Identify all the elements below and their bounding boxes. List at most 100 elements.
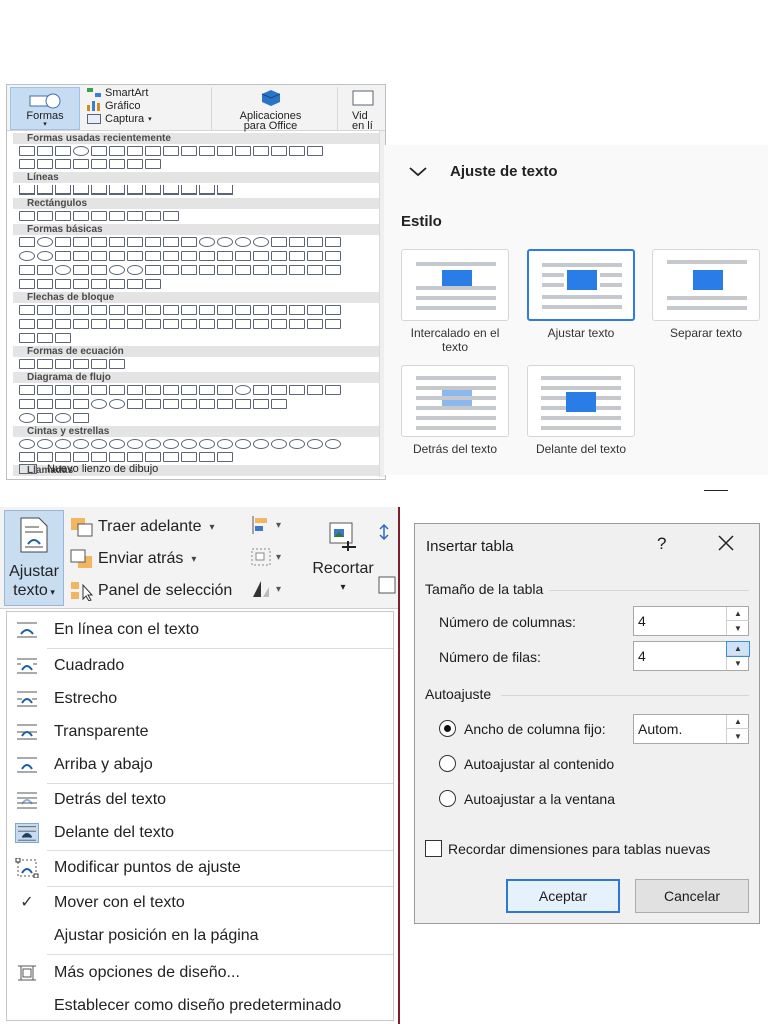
video-label-line2: en lí — [352, 120, 373, 132]
menu-item-inline[interactable]: En línea con el texto — [7, 614, 393, 646]
shape-row[interactable] — [19, 413, 89, 425]
close-icon[interactable] — [715, 532, 737, 554]
menu-item-edit-wrap-points[interactable]: Modificar puntos de ajuste — [7, 852, 393, 884]
send-backward-button[interactable]: Enviar atrás ▾ — [70, 549, 196, 569]
radio-label: Autoajustar a la ventana — [464, 790, 615, 807]
category-header: Rectángulos — [13, 198, 381, 209]
wrap-option-inline[interactable]: Intercalado en el texto — [401, 249, 509, 354]
shape-row[interactable] — [19, 211, 179, 223]
group-divider — [501, 695, 749, 696]
wrap-option-top-bottom[interactable]: Separar texto — [652, 249, 760, 340]
grafico-button[interactable]: Gráfico — [87, 100, 140, 112]
shape-row[interactable] — [19, 251, 341, 263]
menu-item-square[interactable]: Cuadrado — [7, 650, 393, 682]
captura-button[interactable]: Captura ▾ — [87, 113, 152, 125]
category-header: Cintas y estrellas — [13, 426, 381, 437]
chevron-down-icon[interactable]: ▼ — [727, 729, 749, 743]
group-icon — [251, 548, 271, 566]
menu-separator — [47, 850, 393, 851]
fixed-width-stepper[interactable]: Autom. ▲ ▼ — [633, 714, 749, 744]
dialog-title: Insertar tabla — [426, 538, 514, 555]
chevron-up-icon[interactable]: ▲ — [726, 641, 750, 657]
wrap-option-label: Separar texto — [669, 326, 743, 340]
online-video-button[interactable]: Vid en lí — [337, 87, 385, 132]
bring-forward-button[interactable]: Traer adelante ▾ — [70, 517, 215, 537]
wrap-option-square[interactable]: Ajustar texto — [527, 249, 635, 340]
help-button[interactable]: ? — [657, 534, 666, 554]
send-backward-icon — [70, 549, 92, 568]
shape-row[interactable] — [19, 185, 233, 197]
columns-stepper[interactable]: 4 ▲ ▼ — [633, 606, 749, 636]
shape-row[interactable] — [19, 159, 161, 171]
shape-row[interactable] — [19, 439, 341, 451]
shape-row[interactable] — [19, 333, 71, 345]
shape-row[interactable] — [19, 385, 341, 397]
chevron-up-icon[interactable]: ▲ — [727, 607, 749, 621]
canvas-icon — [19, 464, 37, 474]
shape-row[interactable] — [19, 279, 161, 291]
shape-row[interactable] — [19, 399, 287, 411]
shape-row[interactable] — [19, 305, 341, 317]
shape-row[interactable] — [19, 359, 125, 371]
table-size-group-label: Tamaño de la tabla — [425, 581, 544, 597]
menu-separator — [47, 954, 393, 955]
menu-item-move-with-text[interactable]: ✓ Mover con el texto — [7, 887, 393, 919]
office-apps-button[interactable]: Aplicaciones para Office — [211, 87, 329, 132]
checkbox-box — [425, 840, 442, 857]
send-backward-label: Enviar atrás — [98, 550, 184, 567]
rows-stepper[interactable]: 4 ▲ ▼ — [633, 641, 750, 671]
wrap-option-behind[interactable]: Detrás del texto — [401, 365, 509, 456]
wrap-text-button[interactable]: Ajustar texto ▾ — [4, 510, 64, 606]
smartart-button[interactable]: SmartArt — [87, 87, 148, 99]
shape-row[interactable] — [19, 146, 323, 158]
crop-button[interactable]: Recortar ▾ — [310, 515, 376, 593]
radio-label: Ancho de columna fijo: — [464, 720, 606, 737]
chevron-down-icon[interactable]: ▼ — [727, 656, 749, 670]
group-button[interactable]: ▾ — [250, 547, 281, 567]
shape-row[interactable] — [19, 237, 341, 249]
menu-item-through[interactable]: Transparente — [7, 716, 393, 748]
category-header: Diagrama de flujo — [13, 372, 381, 383]
wrap-option-thumbnail — [401, 249, 509, 321]
wrap-option-in-front[interactable]: Delante del texto — [527, 365, 635, 456]
style-label: Estilo — [401, 213, 442, 230]
remember-dimensions-checkbox[interactable]: Recordar dimensiones para tablas nuevas — [425, 840, 710, 857]
layout-options-icon — [18, 965, 36, 981]
radio-selected-icon — [439, 720, 456, 737]
menu-item-label: Detrás del texto — [54, 791, 167, 808]
text-wrap-pane: Ajuste de texto Estilo Intercalado en el… — [384, 145, 768, 475]
chart-icon — [87, 101, 101, 111]
cancel-button[interactable]: Cancelar — [635, 879, 749, 913]
selection-pane-label: Panel de selección — [98, 582, 233, 599]
chevron-down-icon: ▾ — [191, 553, 197, 565]
shape-row[interactable] — [19, 319, 341, 331]
columns-label: Número de columnas: — [439, 614, 576, 630]
radio-autofit-window[interactable]: Autoajustar a la ventana — [439, 790, 615, 807]
rows-value: 4 — [638, 648, 646, 664]
menu-item-top-bottom[interactable]: Arriba y abajo — [7, 749, 393, 781]
ok-button[interactable]: Aceptar — [506, 879, 620, 913]
radio-fixed-width[interactable]: Ancho de columna fijo: — [439, 720, 606, 737]
section-header[interactable]: Ajuste de texto — [408, 163, 558, 180]
category-header: Flechas de bloque — [13, 292, 381, 303]
menu-item-set-default[interactable]: Establecer como diseño predeterminado — [7, 990, 393, 1022]
rotate-icon — [253, 581, 269, 597]
formas-button[interactable]: Formas ▾ — [10, 87, 80, 130]
wrap-option-label: Delante del texto — [535, 442, 627, 456]
wrap-square-icon — [17, 658, 37, 674]
shapes-icon — [29, 93, 61, 109]
rotate-button[interactable]: ▾ — [250, 579, 281, 599]
align-button[interactable]: ▾ — [250, 515, 281, 535]
new-canvas-item[interactable]: Nuevo lienzo de dibujo — [19, 463, 158, 475]
menu-item-fix-position[interactable]: Ajustar posición en la página — [7, 920, 393, 952]
chevron-down-icon[interactable]: ▼ — [727, 621, 749, 635]
chevron-up-icon[interactable]: ▲ — [727, 715, 749, 729]
menu-item-more-layout-options[interactable]: Más opciones de diseño... — [7, 957, 393, 989]
selection-pane-button[interactable]: Panel de selección — [70, 581, 232, 601]
menu-item-tight[interactable]: Estrecho — [7, 683, 393, 715]
menu-item-behind[interactable]: Detrás del texto — [7, 784, 393, 816]
shape-row[interactable] — [19, 265, 341, 277]
radio-autofit-contents[interactable]: Autoajustar al contenido — [439, 755, 614, 772]
menu-item-in-front[interactable]: Delante del texto — [7, 817, 393, 849]
menu-separator — [47, 648, 393, 649]
